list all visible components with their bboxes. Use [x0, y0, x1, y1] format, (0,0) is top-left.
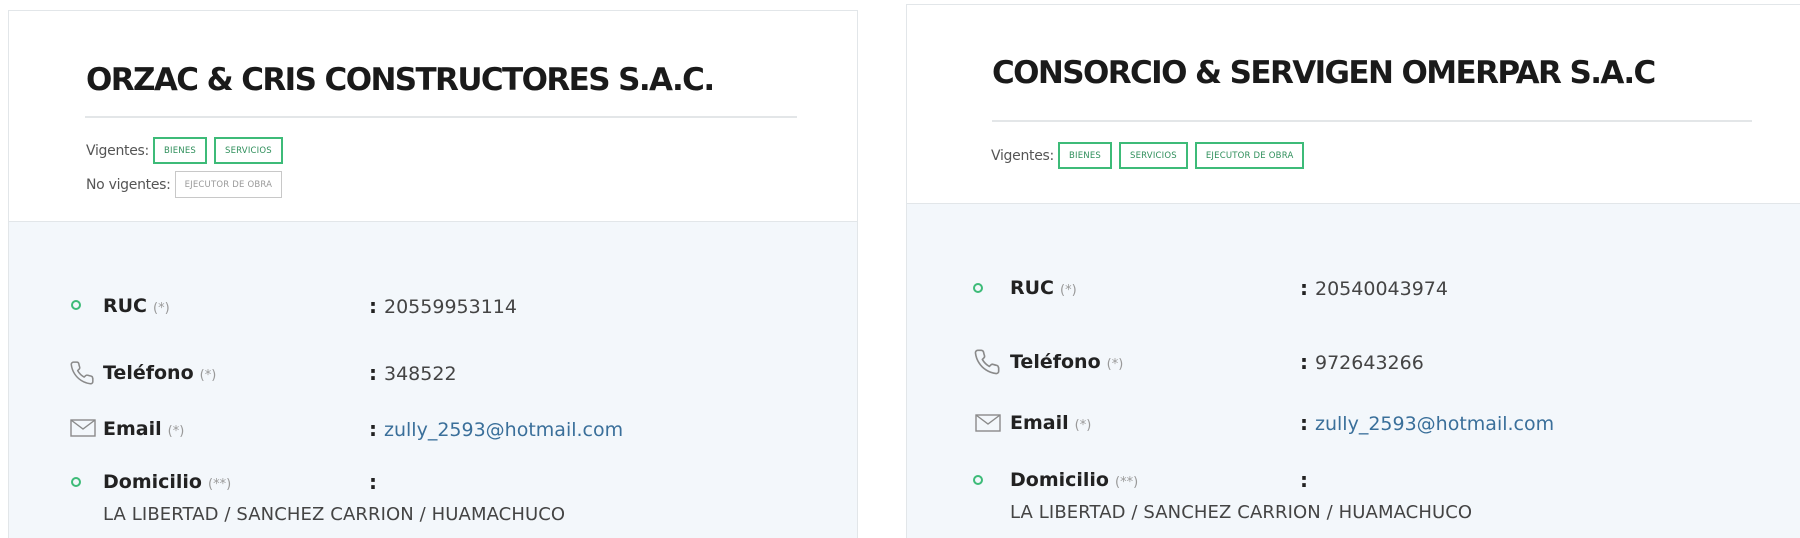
domicilio-label: Domicilio (**): [1010, 469, 1139, 491]
registry-badge: BIENES: [152, 137, 207, 164]
ruc-label: RUC (*): [103, 295, 170, 317]
field-colon: :: [369, 417, 377, 441]
card-details: RUC (*) : 20559953114 Teléfono (*) : 34852…: [9, 222, 857, 538]
circle-dot-icon: [973, 283, 983, 293]
registry-badge-inactive: EJECUTOR DE OBRA: [174, 171, 283, 198]
no-vigentes-label: No vigentes:: [86, 176, 171, 193]
email-label: Email (*): [103, 418, 185, 440]
field-colon: :: [1300, 411, 1308, 435]
vigentes-row: Vigentes: BIENES SERVICIOS: [86, 137, 290, 164]
registry-badge: SERVICIOS: [1119, 142, 1188, 169]
field-colon: :: [1300, 468, 1308, 492]
phone-icon: [69, 360, 95, 390]
company-name: ORZAC & CRIS CONSTRUCTORES S.A.C.: [86, 62, 715, 98]
card-header: CONSORCIO & SERVIGEN OMERPAR S.A.C Vigen…: [907, 5, 1800, 204]
title-divider: [992, 120, 1752, 122]
field-colon: :: [1300, 276, 1308, 300]
vigentes-label: Vigentes:: [86, 142, 149, 159]
domicilio-label: Domicilio (**): [103, 471, 232, 493]
title-divider: [85, 116, 797, 118]
card-details: RUC (*) : 20540043974 Teléfono (*) : 97264…: [907, 204, 1800, 538]
field-colon: :: [369, 361, 377, 385]
field-colon: :: [369, 294, 377, 318]
domicilio-value: LA LIBERTAD / SANCHEZ CARRION / HUAMACHU…: [1010, 502, 1473, 523]
circle-dot-icon: [973, 475, 983, 485]
registry-badge: SERVICIOS: [214, 137, 283, 164]
no-vigentes-row: No vigentes: EJECUTOR DE OBRA: [86, 171, 289, 198]
ruc-value: 20559953114: [384, 296, 517, 318]
envelope-icon: [70, 418, 96, 442]
ruc-value: 20540043974: [1315, 278, 1448, 300]
telefono-label: Teléfono (*): [103, 362, 217, 384]
vigentes-row: Vigentes: BIENES SERVICIOS EJECUTOR DE O…: [991, 142, 1311, 169]
field-colon: :: [1300, 350, 1308, 374]
email-link[interactable]: zully_2593@hotmail.com: [1315, 413, 1554, 435]
telefono-value: 972643266: [1315, 352, 1424, 374]
telefono-label: Teléfono (*): [1010, 351, 1124, 373]
circle-dot-icon: [71, 300, 81, 310]
registry-badge: BIENES: [1057, 142, 1112, 169]
provider-card: ORZAC & CRIS CONSTRUCTORES S.A.C. Vigent…: [8, 10, 858, 538]
domicilio-value: LA LIBERTAD / SANCHEZ CARRION / HUAMACHU…: [103, 504, 566, 525]
company-name: CONSORCIO & SERVIGEN OMERPAR S.A.C: [992, 55, 1656, 91]
card-header: ORZAC & CRIS CONSTRUCTORES S.A.C. Vigent…: [9, 11, 857, 222]
email-label: Email (*): [1010, 412, 1092, 434]
vigentes-label: Vigentes:: [991, 147, 1054, 164]
circle-dot-icon: [71, 477, 81, 487]
ruc-label: RUC (*): [1010, 277, 1077, 299]
registry-badge: EJECUTOR DE OBRA: [1194, 142, 1305, 169]
email-link[interactable]: zully_2593@hotmail.com: [384, 419, 623, 441]
envelope-icon: [974, 413, 1002, 437]
provider-card: CONSORCIO & SERVIGEN OMERPAR S.A.C Vigen…: [906, 4, 1800, 538]
telefono-value: 348522: [384, 363, 457, 385]
phone-icon: [973, 348, 1001, 380]
field-colon: :: [369, 470, 377, 494]
